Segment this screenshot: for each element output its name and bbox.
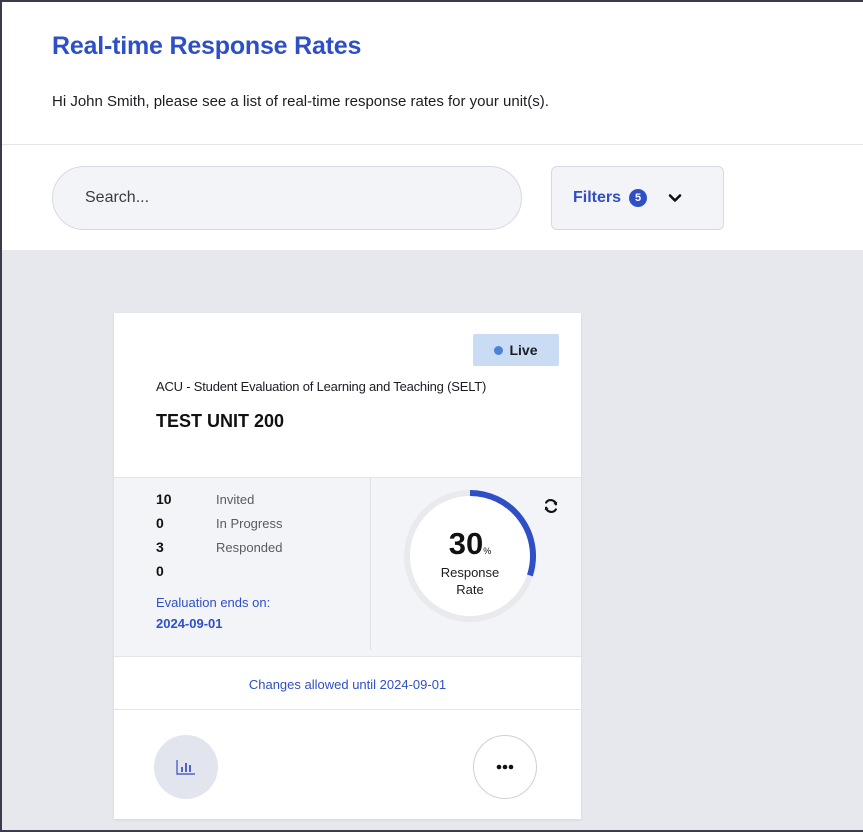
response-rate-value: 30% — [400, 526, 540, 562]
card-footer-divider — [114, 709, 581, 710]
evaluation-ends-label: Evaluation ends on: — [156, 595, 271, 610]
stat-row-invited: 10 Invited — [156, 487, 254, 511]
page-subtitle: Hi John Smith, please see a list of real… — [52, 93, 549, 110]
more-horizontal-icon — [496, 764, 514, 770]
stats-panel: 10 Invited 0 In Progress 3 Responded 0 E… — [114, 477, 581, 657]
app-frame: Real-time Response Rates Hi John Smith, … — [0, 0, 863, 832]
response-rate-number: 30 — [448, 526, 484, 561]
stat-row-other: 0 — [156, 559, 216, 583]
stat-row-in-progress: 0 In Progress — [156, 511, 282, 535]
stat-row-responded: 3 Responded — [156, 535, 283, 559]
stat-value: 0 — [156, 563, 164, 579]
status-label: Live — [509, 342, 538, 358]
chevron-down-icon — [668, 194, 682, 202]
view-report-button[interactable] — [154, 735, 218, 799]
stat-value: 0 — [156, 515, 164, 531]
filters-count-badge: 5 — [629, 189, 648, 207]
refresh-icon[interactable] — [542, 497, 560, 515]
page-header: Real-time Response Rates Hi John Smith, … — [2, 2, 863, 145]
more-options-button[interactable] — [473, 735, 537, 799]
filters-button[interactable]: Filters 5 — [551, 166, 724, 230]
unit-card: Live ACU - Student Evaluation of Learnin… — [114, 313, 581, 819]
response-rate-label: Response Rate — [400, 564, 540, 598]
stat-value: 10 — [156, 491, 172, 507]
changes-allowed-note: Changes allowed until 2024-09-01 — [248, 677, 447, 692]
stats-divider — [370, 478, 371, 650]
stat-label: In Progress — [216, 515, 283, 531]
evaluation-ends-date: 2024-09-01 — [156, 616, 223, 631]
toolbar: Filters 5 — [2, 146, 863, 250]
stat-label: Responded — [216, 539, 283, 555]
live-dot-icon — [494, 345, 504, 355]
page-title: Real-time Response Rates — [52, 32, 362, 60]
response-rate-symbol: % — [483, 546, 492, 556]
response-rate-label-line1: Response — [440, 565, 500, 580]
unit-name: TEST UNIT 200 — [156, 411, 285, 431]
content-area: Live ACU - Student Evaluation of Learnin… — [2, 250, 863, 830]
bar-chart-icon — [176, 760, 195, 775]
search-input[interactable] — [52, 166, 522, 230]
filters-label: Filters — [573, 189, 622, 206]
survey-name: ACU - Student Evaluation of Learning and… — [156, 379, 487, 394]
stat-value: 3 — [156, 539, 164, 555]
response-rate-label-line2: Rate — [456, 582, 484, 597]
stat-label: Invited — [216, 491, 255, 507]
status-badge: Live — [473, 334, 559, 366]
